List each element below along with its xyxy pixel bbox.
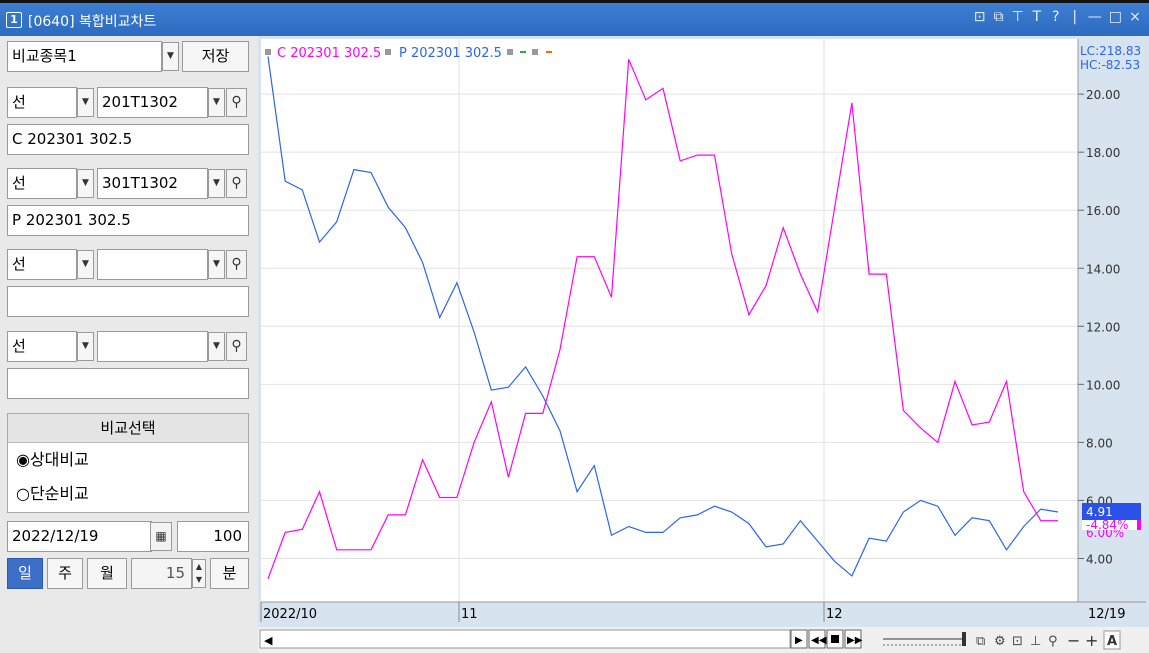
- comparison-chart[interactable]: C 202301 302.5 P 202301 302.5 20.00 18.00…: [258, 36, 1149, 653]
- legend-series-c: C 202301 302.5: [277, 46, 381, 61]
- chevron-down-icon[interactable]: ▼: [77, 332, 94, 361]
- current-magenta-marker: [1137, 520, 1141, 530]
- chevron-down-icon[interactable]: ▼: [77, 250, 94, 279]
- plot-area: [261, 39, 1078, 602]
- hc-label: HC:-82.53: [1080, 58, 1140, 72]
- date-field[interactable]: 2022/12/19: [7, 521, 152, 552]
- radio-relative-compare[interactable]: ◉상대비교: [8, 443, 248, 477]
- panel-title: 비교선택: [8, 414, 248, 443]
- chevron-down-icon[interactable]: ▼: [77, 88, 94, 117]
- rewind-glyph: ◀◀: [811, 635, 827, 646]
- radio-simple-compare[interactable]: ○단순비교: [8, 477, 248, 511]
- kind-select-3[interactable]: 선: [7, 249, 77, 280]
- legend-marker: [532, 49, 538, 55]
- separator: |: [1072, 9, 1078, 25]
- chevron-down-icon[interactable]: ▼: [208, 88, 225, 117]
- minute-value-field[interactable]: 15: [131, 558, 192, 589]
- horizontal-scrollbar[interactable]: [259, 629, 791, 649]
- code-select-2[interactable]: 301T1302: [97, 168, 208, 199]
- chevron-down-icon[interactable]: ▼: [162, 42, 179, 71]
- current-magenta-value: -4.84%: [1086, 518, 1128, 532]
- period-minute-button[interactable]: 분: [210, 558, 249, 589]
- cascade-icon[interactable]: ⧉: [993, 9, 1005, 25]
- period-day-button[interactable]: 일: [7, 558, 43, 589]
- search-icon[interactable]: ⚲: [226, 332, 247, 361]
- window-title: [0640] 복합비교차트: [28, 14, 157, 30]
- chart-type-icon[interactable]: ⧉: [976, 634, 985, 649]
- left-panel: 비교종목1 ▼ 저장 선 ▼ 201T1302 ▼ ⚲ C 202301 302…: [0, 36, 258, 653]
- current-blue-value: 4.91: [1086, 505, 1113, 519]
- chevron-down-icon[interactable]: ▼: [208, 250, 225, 279]
- x-label: 11: [461, 607, 478, 622]
- legend-marker: [265, 49, 271, 55]
- x-label: 2022/10: [263, 607, 317, 622]
- kind-select-4[interactable]: 선: [7, 331, 77, 362]
- scroll-left-icon[interactable]: ◀: [264, 634, 273, 647]
- instrument-name-2: P 202301 302.5: [7, 205, 249, 236]
- period-week-button[interactable]: 주: [47, 558, 83, 589]
- font-icon[interactable]: T: [1031, 9, 1043, 25]
- y-tick-label: 16.00: [1086, 204, 1120, 218]
- pin-icon[interactable]: ⊤: [1012, 9, 1024, 25]
- maximize-icon[interactable]: □: [1109, 9, 1122, 25]
- y-tick-label: 14.00: [1086, 262, 1120, 276]
- search-icon[interactable]: ⚲: [226, 250, 247, 279]
- fast-forward-glyph: ▶▶: [847, 635, 863, 646]
- search-icon[interactable]: ⚲: [226, 169, 247, 198]
- restore-icon[interactable]: ⊡: [974, 9, 986, 25]
- zoom-out-icon[interactable]: −: [1067, 631, 1080, 650]
- chevron-down-icon[interactable]: ▼: [77, 169, 94, 198]
- code-select-1[interactable]: 201T1302: [97, 87, 208, 118]
- autoscale-icon: A: [1107, 634, 1117, 649]
- crosshair-icon[interactable]: ⊥: [1030, 634, 1041, 649]
- spinner-icon[interactable]: ▲ ▼: [192, 559, 206, 588]
- code-select-4[interactable]: [97, 331, 208, 362]
- count-field[interactable]: 100: [177, 521, 249, 552]
- period-month-button[interactable]: 월: [87, 558, 127, 589]
- legend-series-p: P 202301 302.5: [399, 46, 502, 61]
- y-tick-label: 18.00: [1086, 146, 1120, 160]
- compare-options-panel: 비교선택 ◉상대비교 ○단순비교: [7, 413, 249, 513]
- zoom-in-icon[interactable]: +: [1085, 631, 1098, 650]
- y-tick-label: 8.00: [1086, 436, 1113, 450]
- compare-select[interactable]: 비교종목1: [7, 41, 162, 72]
- play-glyph: ▶: [795, 635, 803, 646]
- window-icon[interactable]: ⊡: [1012, 634, 1023, 649]
- y-tick-label: 12.00: [1086, 320, 1120, 334]
- window-controls: ⊡ ⧉ ⊤ T ? | — □ ×: [974, 9, 1141, 25]
- x-label: 12/19: [1088, 607, 1125, 622]
- instrument-name-3: [7, 286, 249, 317]
- x-label: 12: [826, 607, 843, 622]
- close-icon[interactable]: ×: [1129, 9, 1141, 25]
- kind-select-1[interactable]: 선: [7, 87, 77, 118]
- zoom-icon[interactable]: ⚲: [1048, 634, 1058, 649]
- calendar-icon[interactable]: ▦: [150, 522, 172, 551]
- legend-marker: [385, 49, 391, 55]
- y-tick-label: 20.00: [1086, 88, 1120, 102]
- search-icon[interactable]: ⚲: [226, 88, 247, 117]
- chevron-down-icon[interactable]: ▼: [208, 169, 225, 198]
- window-number-badge: 1: [6, 12, 22, 28]
- chevron-down-icon[interactable]: ▼: [208, 332, 225, 361]
- kind-select-2[interactable]: 선: [7, 168, 77, 199]
- legend-marker: [507, 49, 513, 55]
- instrument-name-4: [7, 368, 249, 399]
- code-select-3[interactable]: [97, 249, 208, 280]
- lc-label: LC:218.83: [1080, 44, 1141, 58]
- zoom-slider-handle[interactable]: [962, 632, 966, 646]
- y-tick-label: 4.00: [1086, 552, 1113, 566]
- help-icon[interactable]: ?: [1050, 9, 1062, 25]
- instrument-name-1: C 202301 302.5: [7, 124, 249, 155]
- stop-glyph: [831, 635, 839, 643]
- chart-scroll-toolbar: ◀ ▶ ◀◀ ▶▶ ⧉ ⚙ ⊡ ⊥ ⚲ − + A: [258, 627, 1149, 653]
- y-tick-label: 10.00: [1086, 378, 1120, 392]
- minimize-icon[interactable]: —: [1088, 9, 1102, 25]
- title-bar: 1 [0640] 복합비교차트 ⊡ ⧉ ⊤ T ? | — □ ×: [0, 0, 1149, 36]
- settings-icon[interactable]: ⚙: [994, 634, 1006, 649]
- save-button[interactable]: 저장: [182, 41, 249, 72]
